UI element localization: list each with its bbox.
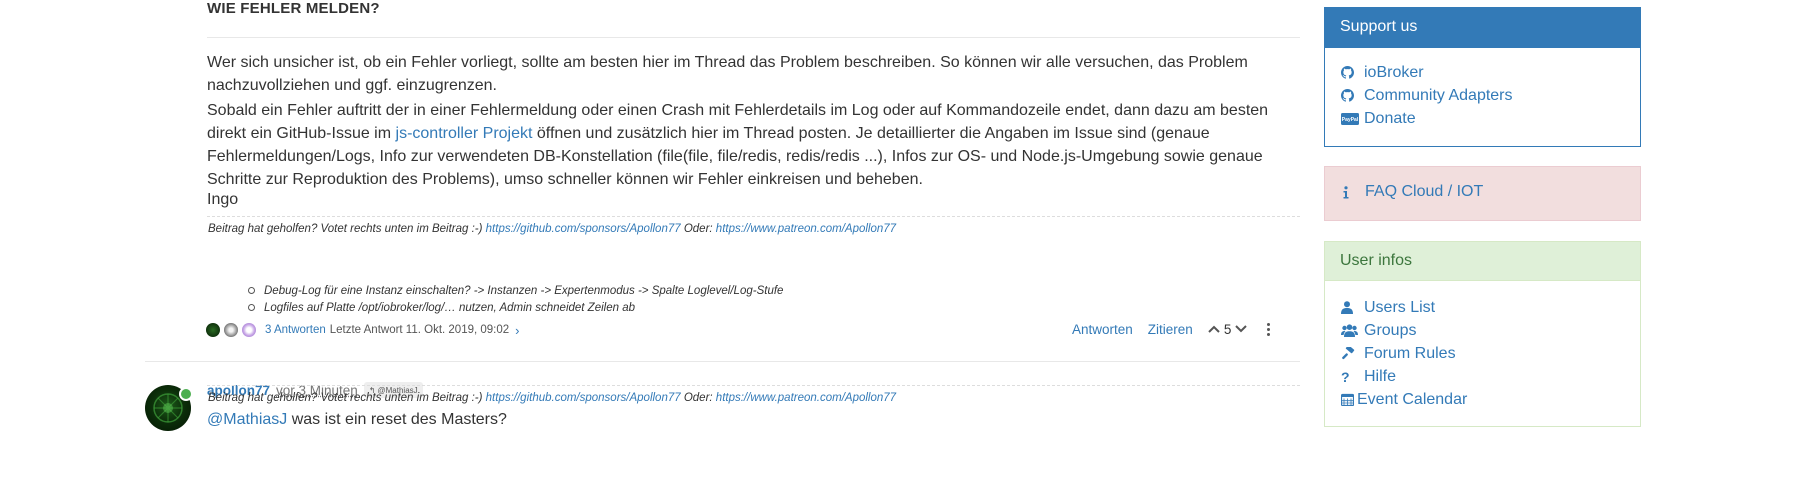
vote-count[interactable]: 5 [1224, 322, 1232, 337]
avatar[interactable] [206, 323, 220, 337]
patreon-link[interactable]: https://www.patreon.com/Apollon77 [716, 392, 896, 404]
list-item: Logfiles auf Platte /opt/iobroker/log/… … [248, 299, 783, 316]
chevron-down-icon[interactable] [1235, 324, 1248, 334]
github-sponsors-link[interactable]: https://github.com/sponsors/Apollon77 [486, 392, 681, 404]
tip-text: Debug-Log für eine Instanz einschalten? … [264, 284, 784, 297]
tip-text: Logfiles auf Platte /opt/iobroker/log/… … [264, 301, 635, 314]
bullet-icon [248, 287, 255, 294]
signature-prefix: Beitrag hat geholfen? Votet rechts unten… [208, 392, 486, 404]
user-infos-widget: User infos Users List Groups Forum Rules… [1324, 241, 1641, 427]
github-sponsors-link[interactable]: https://github.com/sponsors/Apollon77 [486, 223, 681, 235]
svg-text:PayPal: PayPal [1342, 117, 1359, 123]
question-icon: ? [1341, 368, 1350, 385]
bullet-icon [248, 304, 255, 311]
list-item: Debug-Log für eine Instanz einschalten? … [248, 282, 783, 299]
post-divider [145, 361, 1300, 362]
post-signoff: Ingo [207, 191, 239, 208]
js-controller-link[interactable]: js-controller Projekt [396, 125, 533, 142]
users-icon [1341, 324, 1359, 337]
post-paragraph-2: Sobald ein Fehler auftritt der in einer … [207, 99, 1297, 191]
sidebar-item-groups[interactable]: Groups [1341, 319, 1640, 342]
vote-controls: 5 [1208, 322, 1248, 337]
online-status-icon [179, 387, 193, 401]
mention-link[interactable]: @MathiasJ [207, 411, 287, 428]
signature-divider [207, 216, 1300, 217]
post-text: was ist ein reset des Masters? [287, 411, 507, 428]
avatar[interactable] [224, 323, 238, 337]
gavel-icon [1341, 347, 1359, 360]
github-icon [1341, 89, 1359, 102]
signature-middle: Oder: [680, 392, 716, 404]
support-item-label[interactable]: Donate [1364, 110, 1416, 128]
info-icon [1342, 185, 1360, 199]
chevron-right-icon[interactable]: › [515, 323, 519, 338]
signature: Beitrag hat geholfen? Votet rechts unten… [208, 223, 896, 235]
post-paragraph-1: Wer sich unsicher ist, ob ein Fehler vor… [207, 54, 1248, 94]
faq-link[interactable]: FAQ Cloud / IOT [1342, 183, 1483, 201]
faq-label[interactable]: FAQ Cloud / IOT [1365, 183, 1483, 201]
quote-button[interactable]: Zitieren [1148, 322, 1193, 337]
support-widget: Support us ioBroker Community Adapters P… [1324, 7, 1641, 147]
replies-bar[interactable]: 3 Antworten Letzte Antwort 11. Okt. 2019… [206, 321, 520, 339]
heading-divider [207, 37, 1300, 38]
sidebar-item-label[interactable]: Hilfe [1364, 368, 1396, 386]
support-widget-title: Support us [1325, 8, 1640, 48]
topic-main: WIE FEHLER MELDEN? Wer sich unsicher ist… [145, 0, 1300, 478]
sidebar-item-forum-rules[interactable]: Forum Rules [1341, 342, 1640, 365]
faq-widget: FAQ Cloud / IOT [1324, 166, 1641, 221]
sidebar-item-label[interactable]: Users List [1364, 299, 1435, 317]
signature-prefix: Beitrag hat geholfen? Votet rechts unten… [208, 223, 486, 235]
support-item-community-adapters[interactable]: Community Adapters [1341, 84, 1640, 107]
last-reply-label: Letzte Antwort 11. Okt. 2019, 09:02 [329, 324, 510, 336]
signature-tips: Debug-Log für eine Instanz einschalten? … [248, 282, 783, 316]
sidebar-item-label[interactable]: Event Calendar [1357, 391, 1467, 409]
user-icon [1341, 301, 1359, 314]
signature: Beitrag hat geholfen? Votet rechts unten… [208, 392, 896, 404]
sidebar-item-users-list[interactable]: Users List [1341, 296, 1640, 319]
section-heading: WIE FEHLER MELDEN? [207, 0, 380, 17]
post-content: @MathiasJ was ist ein reset des Masters? [207, 411, 507, 429]
support-item-label[interactable]: Community Adapters [1364, 87, 1513, 105]
post-actions: Antworten Zitieren 5 [1072, 319, 1271, 339]
sidebar-item-hilfe[interactable]: ? Hilfe [1341, 365, 1640, 388]
signature-divider [207, 385, 1300, 386]
sidebar-item-label[interactable]: Forum Rules [1364, 345, 1456, 363]
patreon-link[interactable]: https://www.patreon.com/Apollon77 [716, 223, 896, 235]
replies-count-link[interactable]: 3 Antworten [265, 324, 326, 336]
support-item-label[interactable]: ioBroker [1364, 64, 1424, 82]
support-item-iobroker[interactable]: ioBroker [1341, 61, 1640, 84]
post-tools-icon[interactable] [1267, 322, 1271, 336]
signature-middle: Oder: [680, 223, 716, 235]
github-icon [1341, 66, 1359, 79]
calendar-icon [1341, 393, 1354, 406]
user-infos-title: User infos [1325, 242, 1640, 281]
paypal-icon: PayPal [1341, 112, 1359, 125]
sidebar-item-label[interactable]: Groups [1364, 322, 1416, 340]
chevron-up-icon[interactable] [1208, 324, 1220, 334]
sidebar-item-event-calendar[interactable]: Event Calendar [1341, 388, 1640, 411]
support-item-donate[interactable]: PayPal Donate [1341, 107, 1640, 130]
reply-button[interactable]: Antworten [1072, 322, 1133, 337]
avatar[interactable] [242, 323, 256, 337]
